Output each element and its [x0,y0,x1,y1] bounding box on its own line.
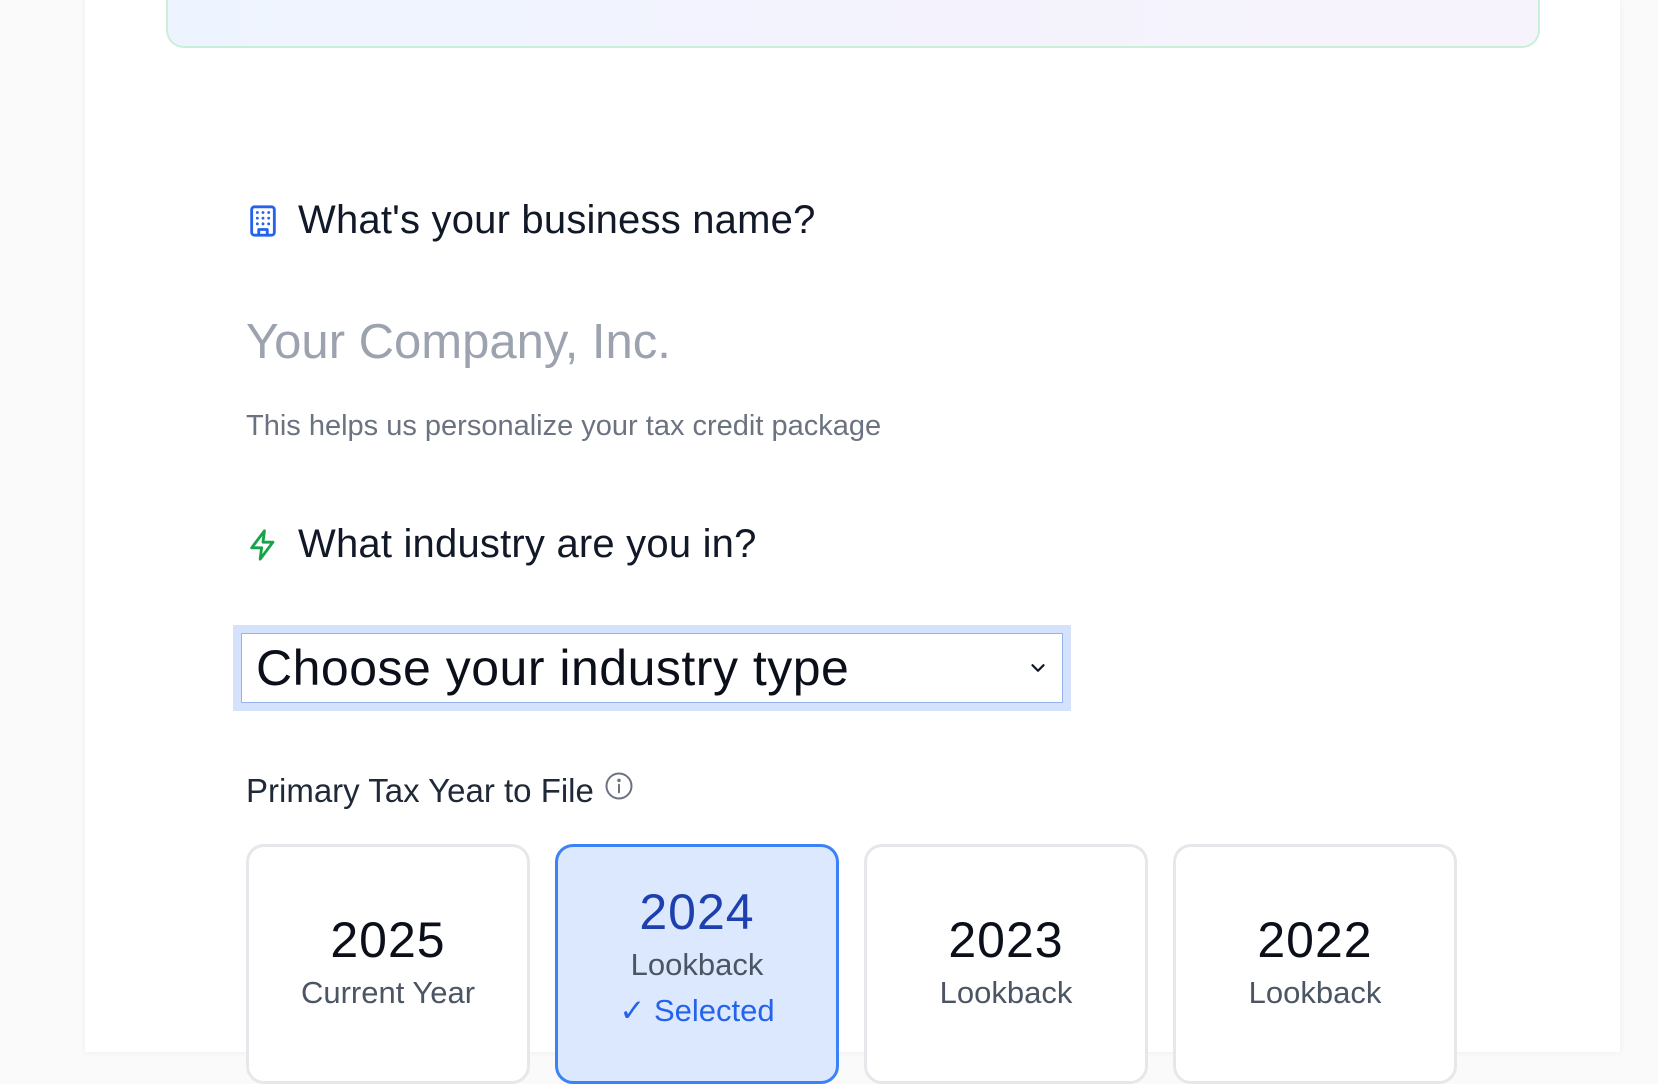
tax-year-option-year: 2024 [639,884,755,940]
tax-year-option-sub: Lookback [630,947,764,982]
tax-year-option-year: 2023 [948,912,1064,968]
tax-year-option-2022[interactable]: 2022 Lookback [1173,844,1457,1084]
tax-year-label-text: Primary Tax Year to File [246,772,594,809]
tax-year-label: Primary Tax Year to File [246,772,634,810]
industry-question-text: What industry are you in? [298,522,757,566]
tax-year-option-sub: Current Year [300,975,476,1010]
tax-year-option-2024[interactable]: 2024 Lookback ✓ Selected [555,844,839,1084]
tax-year-option-year: 2022 [1257,912,1373,968]
tax-year-option-2023[interactable]: 2023 Lookback [864,844,1148,1084]
business-name-question-text: What's your business name? [298,198,816,242]
business-name-question: What's your business name? [246,198,816,243]
industry-question: What industry are you in? [246,522,757,567]
hero-banner [166,0,1540,48]
tax-year-option-sub: Lookback [1248,975,1382,1010]
tax-year-option-year: 2025 [330,912,446,968]
lightning-icon [246,528,280,562]
industry-select[interactable]: Choose your industry type [233,625,1071,711]
tax-year-option-sub: Lookback [939,975,1073,1010]
chevron-down-icon [1027,657,1049,679]
tax-year-option-2025[interactable]: 2025 Current Year [246,844,530,1084]
info-icon[interactable] [604,771,634,801]
selected-indicator: ✓ Selected [619,993,775,1028]
industry-select-value: Choose your industry type [256,640,850,696]
business-name-input[interactable] [246,310,1146,374]
business-name-helper-text: This helps us personalize your tax credi… [246,410,882,442]
building-icon [246,204,280,238]
